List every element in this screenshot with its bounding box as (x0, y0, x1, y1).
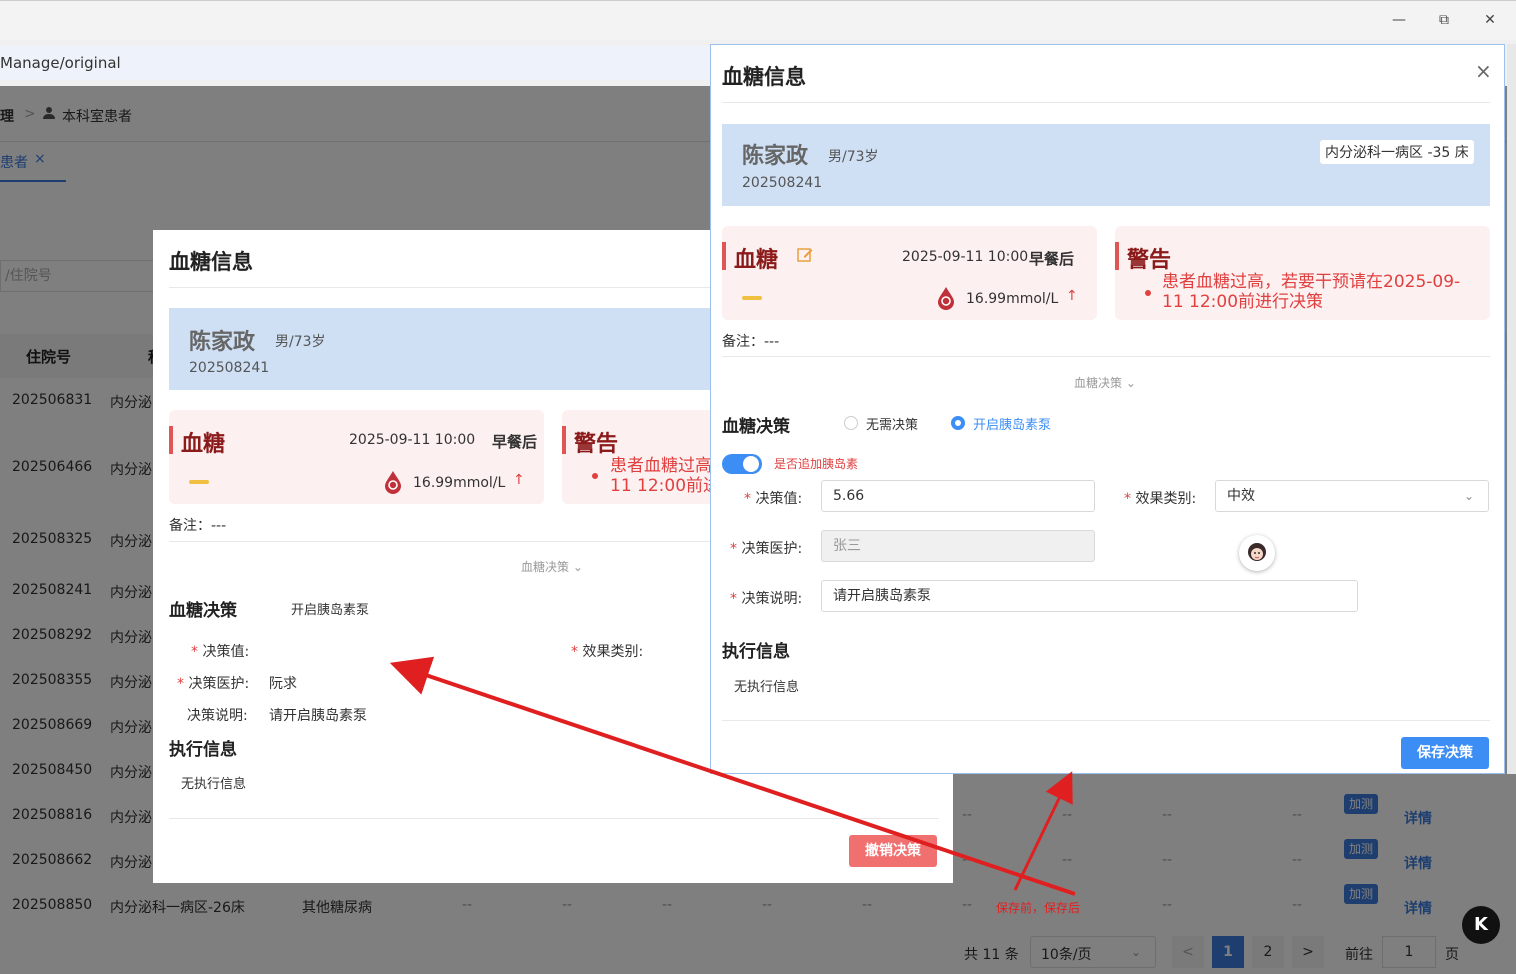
annotation-arrows (389, 656, 1076, 896)
floating-assistant-icon[interactable]: K (1462, 906, 1500, 944)
annotation-label: 保存前，保存后 (996, 901, 1081, 915)
arrow-to-after (389, 656, 1076, 896)
arrow-to-before (1013, 771, 1073, 891)
